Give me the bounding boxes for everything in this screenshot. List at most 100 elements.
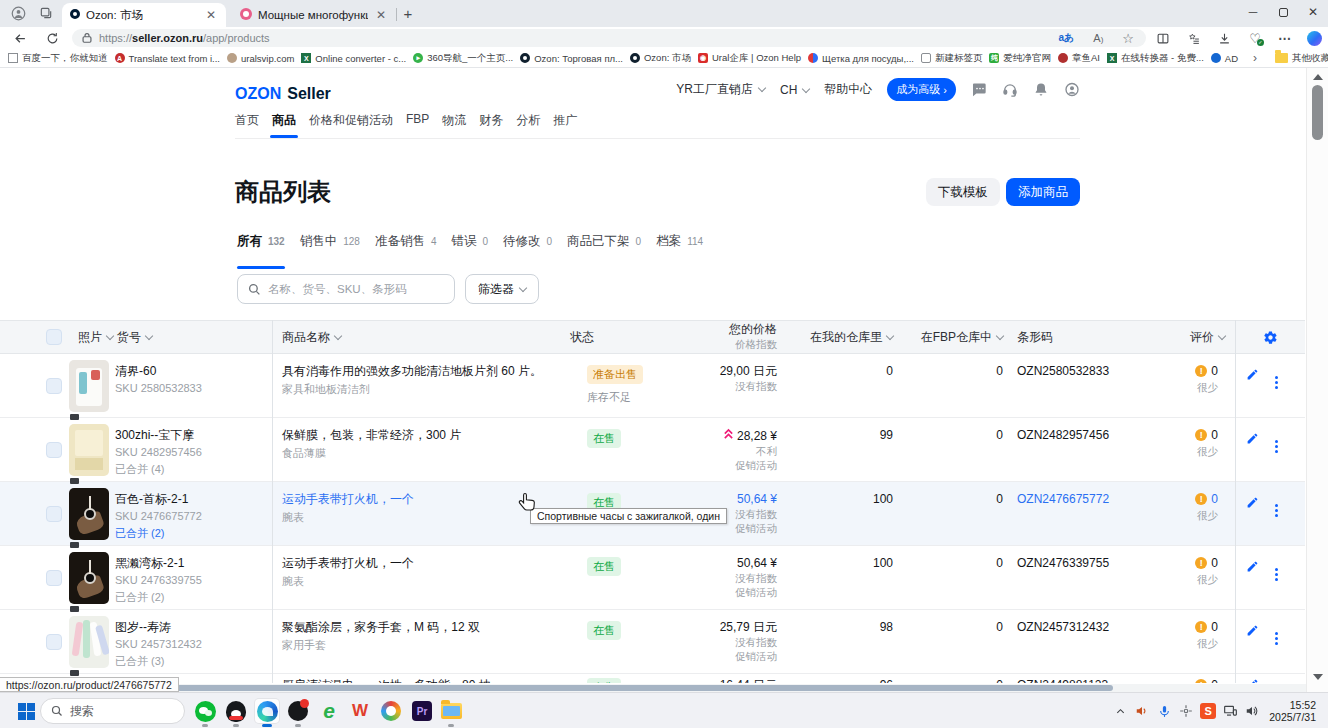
table-row[interactable]: 清洁-80SKU 2449881123厨房清洁湿巾，一次性，多功能，80 抽清洁… — [0, 674, 1305, 683]
table-row[interactable]: 黑濑湾标-2-1SKU 2476339755已合并 (2)运动手表带打火机，一个… — [0, 546, 1305, 610]
row-menu-icon[interactable] — [1275, 678, 1278, 683]
filter-tab-错误[interactable]: 错误0 — [451, 233, 488, 256]
media-app-icon[interactable] — [286, 699, 310, 723]
window-close-button[interactable]: ✕ — [1298, 0, 1328, 24]
bookmark-item[interactable]: uralsvip.com — [227, 53, 294, 64]
qq-icon[interactable] — [224, 699, 248, 723]
favorite-star-icon[interactable]: ☆ — [1122, 31, 1134, 46]
column-header-barcode[interactable]: 条形码 — [1003, 329, 1120, 346]
account-icon[interactable] — [1064, 82, 1080, 98]
language-selector[interactable]: CH — [780, 83, 809, 97]
product-photo[interactable] — [67, 354, 115, 420]
merged-label[interactable]: 已合并 (2) — [115, 526, 273, 541]
split-screen-icon[interactable] — [1152, 27, 1174, 49]
filter-tab-销售中[interactable]: 销售中128 — [300, 233, 360, 256]
bookmark-item[interactable]: 百度一下，你就知道 — [8, 52, 108, 65]
browser-menu-icon[interactable]: ⋯ — [1274, 27, 1296, 49]
nav-item-推广[interactable]: 推广 — [553, 112, 577, 138]
table-settings-gear-icon[interactable] — [1235, 330, 1305, 345]
browser-essentials-icon[interactable]: ♡✓ — [1244, 27, 1266, 49]
taskbar-clock[interactable]: 15:522025/7/31 — [1269, 699, 1316, 723]
scroll-up-arrow[interactable] — [1313, 74, 1323, 80]
bookmark-item[interactable]: Ozon: 市场 — [630, 52, 691, 65]
favorites-list-icon[interactable] — [1183, 27, 1205, 49]
tray-sogou-icon[interactable]: S — [1197, 700, 1219, 722]
barcode[interactable]: OZN2476675772 — [1003, 482, 1120, 548]
tab-close-icon[interactable]: ✕ — [204, 8, 218, 22]
column-header-photo[interactable]: 照片 — [67, 329, 115, 346]
add-product-button[interactable]: 添加商品 — [1006, 178, 1080, 206]
browser-tab-0[interactable]: Ozon: 市场✕ — [62, 3, 226, 27]
read-aloud-icon[interactable]: A) — [1093, 32, 1103, 44]
table-row[interactable]: 300zhi--宝下摩SKU 2482957456已合并 (4)保鲜膜，包装，非… — [0, 418, 1305, 482]
wechat-icon[interactable] — [193, 699, 217, 723]
row-menu-icon[interactable] — [1275, 560, 1278, 581]
browser-profile-icon[interactable] — [6, 2, 30, 24]
column-header-rating[interactable]: 评价 — [1120, 329, 1235, 346]
workspaces-icon[interactable] — [34, 2, 58, 24]
edit-pencil-icon[interactable] — [1246, 368, 1259, 384]
filter-tab-档案[interactable]: 档案114 — [656, 233, 703, 256]
window-maximize-button[interactable] — [1268, 0, 1298, 24]
row-checkbox[interactable] — [0, 546, 67, 612]
filter-tab-准备销售[interactable]: 准备销售4 — [375, 233, 437, 256]
notifications-bell-icon[interactable] — [1033, 82, 1049, 98]
nav-item-分析[interactable]: 分析 — [516, 112, 540, 138]
edit-pencil-icon[interactable] — [1246, 496, 1259, 512]
browser-tab-1[interactable]: Мощные многофункциональнь✕ — [232, 3, 396, 27]
premiere-icon[interactable]: Pr — [410, 699, 434, 723]
table-row[interactable]: 图岁--寿涛SKU 2457312432已合并 (3)聚氨酯涂层，家务手套，M … — [0, 610, 1305, 674]
tray-display-icon[interactable] — [1219, 700, 1241, 722]
back-button[interactable] — [8, 27, 32, 49]
tray-audio-app-icon[interactable] — [1131, 700, 1153, 722]
column-header-status[interactable]: 状态 — [570, 329, 690, 346]
bookmark-item[interactable]: 章鱼AI — [1058, 52, 1100, 65]
support-headset-icon[interactable] — [1002, 82, 1018, 98]
row-checkbox[interactable] — [0, 418, 67, 484]
product-name-link[interactable]: 保鲜膜，包装，非常经济，300 片 — [282, 428, 556, 443]
tray-hidden-icons[interactable] — [1109, 700, 1131, 722]
row-checkbox[interactable] — [0, 482, 67, 548]
new-tab-button[interactable]: + — [398, 2, 418, 24]
address-bar[interactable]: https://seller.ozon.ru/app/products аあ A… — [72, 29, 1146, 47]
tray-volume-icon[interactable] — [1241, 700, 1263, 722]
nav-item-商品[interactable]: 商品 — [272, 112, 296, 138]
search-input[interactable]: 名称、货号、SKU、条形码 — [237, 274, 455, 304]
page-horizontal-scrollbar[interactable] — [0, 684, 1306, 692]
row-menu-icon[interactable] — [1275, 368, 1278, 389]
product-photo[interactable] — [67, 546, 115, 612]
refresh-button[interactable] — [40, 27, 64, 49]
select-all-checkbox[interactable] — [0, 329, 67, 345]
tray-remote-tool-icon[interactable] — [1175, 700, 1197, 722]
product-name-link[interactable]: 聚氨酯涂层，家务手套，M 码，12 双 — [282, 620, 556, 635]
product-name-link[interactable]: 运动手表带打火机，一个 — [282, 492, 556, 507]
start-button[interactable] — [14, 699, 38, 723]
row-checkbox[interactable] — [0, 610, 67, 676]
bookmark-item[interactable]: 纯爱纯净官网 — [989, 52, 1051, 65]
row-menu-icon[interactable] — [1275, 624, 1278, 645]
window-minimize-button[interactable]: ─ — [1238, 0, 1268, 24]
product-name-link[interactable]: 运动手表带打火机，一个 — [282, 556, 556, 571]
product-name-link[interactable]: 具有消毒作用的强效多功能清洁地板片剂 60 片。 — [282, 364, 556, 379]
row-checkbox[interactable] — [0, 354, 67, 420]
edit-pencil-icon[interactable] — [1246, 560, 1259, 576]
filters-button[interactable]: 筛选器 — [465, 274, 539, 304]
row-menu-icon[interactable] — [1275, 432, 1278, 453]
chat-icon[interactable] — [971, 82, 987, 98]
row-menu-icon[interactable] — [1275, 496, 1278, 517]
nav-item-物流[interactable]: 物流 — [442, 112, 466, 138]
edge-icon[interactable] — [255, 699, 279, 723]
bookmark-item[interactable]: ▸360导航_一个主页... — [413, 52, 513, 65]
nav-item-价格和促销活动[interactable]: 价格和促销活动 — [309, 112, 393, 138]
column-header-stock[interactable]: 在我的仓库里 — [777, 329, 893, 346]
downloads-icon[interactable] — [1213, 27, 1235, 49]
scroll-down-arrow[interactable] — [1313, 674, 1323, 680]
column-header-item[interactable]: 货号 — [115, 329, 273, 346]
product-name-link[interactable]: 厨房清洁湿巾，一次性，多功能，80 抽 — [282, 678, 556, 683]
edit-pencil-icon[interactable] — [1246, 432, 1259, 448]
taskbar-search[interactable]: 搜索 — [40, 698, 185, 724]
column-header-name[interactable]: 商品名称 — [273, 329, 570, 346]
download-template-button[interactable]: 下载模板 — [926, 178, 1000, 206]
bookmark-item[interactable]: X在线转换器 - 免费... — [1107, 52, 1204, 65]
tray-microphone-icon[interactable] — [1153, 700, 1175, 722]
